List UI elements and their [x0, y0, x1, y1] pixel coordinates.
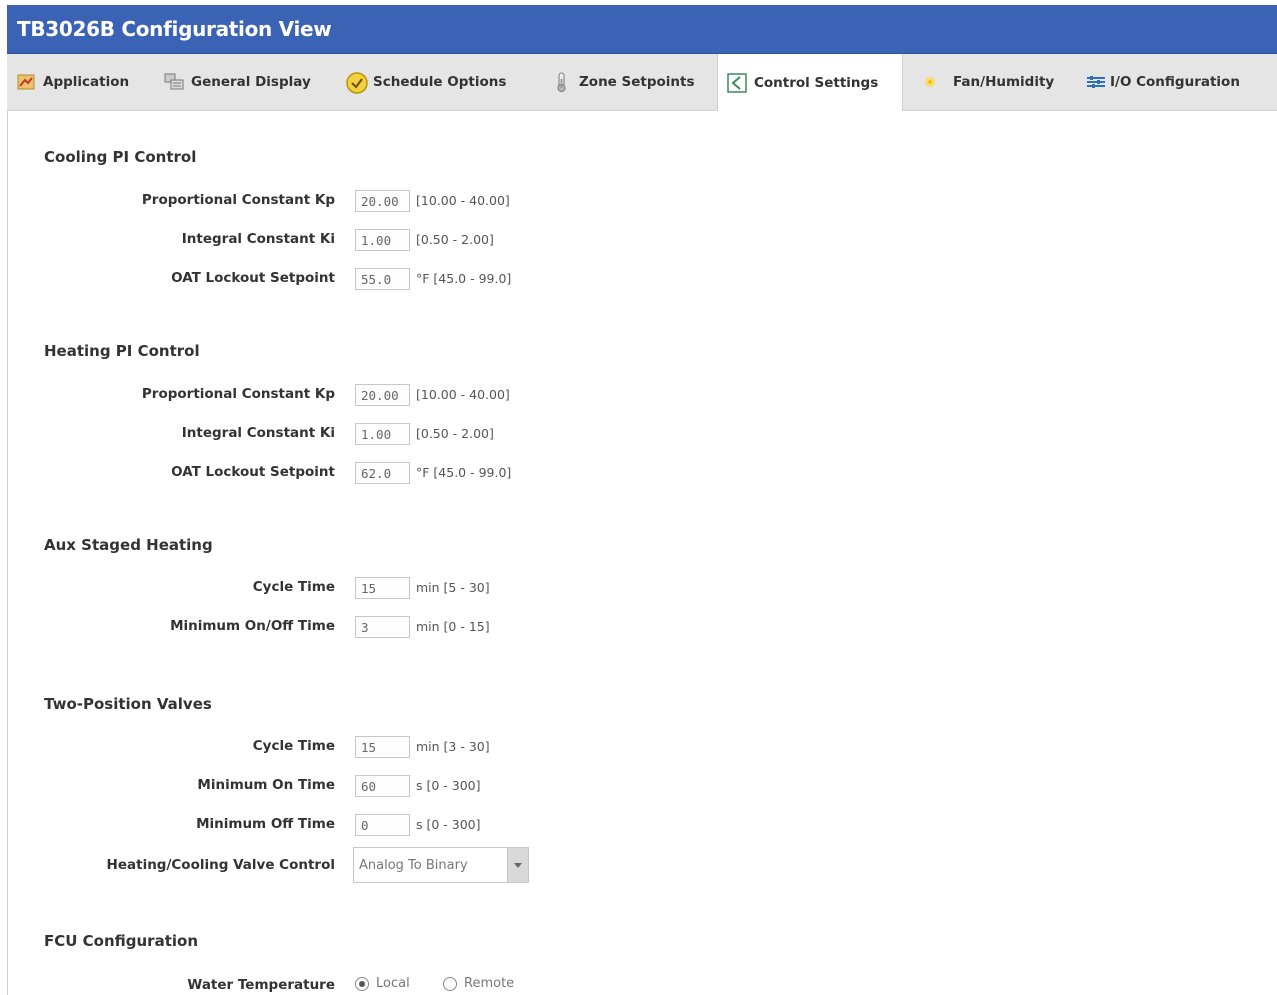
cooling-kp-input[interactable]: 20.00 — [355, 190, 410, 212]
cooling-oat-input[interactable]: 55.0 — [355, 268, 410, 290]
schedule-clock-icon — [345, 71, 368, 94]
aux-cycle-input[interactable]: 15 — [355, 577, 410, 599]
cooling-section-title: Cooling PI Control — [44, 148, 197, 166]
tab-io-configuration[interactable]: I/O Configuration — [1085, 54, 1240, 110]
valve-control-value: Analog To Binary — [359, 858, 468, 873]
aux-cycle-range: min [5 - 30] — [416, 580, 490, 595]
valves-minon-label: Minimum On Time — [197, 777, 335, 793]
cooling-ki-range: [0.50 - 2.00] — [416, 232, 494, 247]
heating-kp-range: [10.00 - 40.00] — [416, 387, 510, 402]
water-temp-local-radio[interactable]: Local — [355, 976, 410, 991]
io-configuration-icon — [1085, 71, 1107, 93]
valves-minoff-input[interactable]: 0 — [355, 814, 410, 836]
heating-section-title: Heating PI Control — [44, 342, 200, 360]
heating-ki-input[interactable]: 1.00 — [355, 423, 410, 445]
cooling-oat-label: OAT Lockout Setpoint — [171, 270, 335, 286]
cooling-ki-input[interactable]: 1.00 — [355, 229, 410, 251]
tab-fan-humidity[interactable]: Fan/Humidity — [919, 54, 1054, 110]
general-display-icon — [163, 71, 185, 93]
fcu-section-title: FCU Configuration — [44, 932, 198, 950]
tab-general-display[interactable]: General Display — [163, 54, 311, 110]
aux-minonoff-range: min [0 - 15] — [416, 619, 490, 634]
heating-kp-input[interactable]: 20.00 — [355, 384, 410, 406]
cooling-kp-range: [10.00 - 40.00] — [416, 193, 510, 208]
valve-control-label: Heating/Cooling Valve Control — [106, 857, 335, 873]
water-temp-remote-radio[interactable]: Remote — [443, 976, 514, 991]
aux-minonoff-input[interactable]: 3 — [355, 616, 410, 638]
heating-ki-range: [0.50 - 2.00] — [416, 426, 494, 441]
valve-control-select[interactable]: Analog To Binary — [353, 847, 529, 883]
valves-section-title: Two-Position Valves — [44, 695, 212, 713]
aux-cycle-label: Cycle Time — [252, 579, 335, 595]
tab-label: Application — [43, 74, 130, 90]
cooling-kp-label: Proportional Constant Kp — [141, 192, 335, 208]
tab-label: Fan/Humidity — [953, 74, 1055, 90]
valves-minoff-range: s [0 - 300] — [416, 817, 481, 832]
valves-minon-input[interactable]: 60 — [355, 775, 410, 797]
radio-label: Local — [376, 976, 410, 991]
heating-oat-input[interactable]: 62.0 — [355, 462, 410, 484]
valves-minon-range: s [0 - 300] — [416, 778, 481, 793]
title-bar: TB3026B Configuration View — [7, 5, 1277, 54]
valves-cycle-range: min [3 - 30] — [416, 739, 490, 754]
chevron-down-icon[interactable] — [507, 848, 528, 882]
aux-minonoff-label: Minimum On/Off Time — [170, 618, 335, 634]
heating-oat-range: °F [45.0 - 99.0] — [416, 465, 512, 480]
radio-selected-icon — [355, 976, 369, 991]
tab-label: General Display — [191, 74, 311, 90]
valves-cycle-input[interactable]: 15 — [355, 736, 410, 758]
tab-label: I/O Configuration — [1110, 74, 1240, 90]
valves-cycle-label: Cycle Time — [252, 738, 335, 754]
config-window — [7, 5, 1277, 995]
tab-label: Zone Setpoints — [579, 74, 695, 90]
tab-control-settings[interactable]: Control Settings — [717, 54, 903, 111]
aux-section-title: Aux Staged Heating — [44, 536, 213, 554]
fan-icon — [919, 71, 941, 93]
tab-application[interactable]: Application — [15, 54, 129, 110]
tab-label: Control Settings — [754, 74, 879, 91]
tab-label: Schedule Options — [373, 74, 507, 90]
radio-label: Remote — [464, 976, 515, 991]
radio-unselected-icon — [443, 976, 457, 991]
window-title: TB3026B Configuration View — [17, 17, 332, 41]
tab-bar: Application General Display Schedule Opt… — [7, 54, 1277, 111]
application-icon — [15, 71, 37, 93]
cooling-oat-range: °F [45.0 - 99.0] — [416, 271, 512, 286]
heating-kp-label: Proportional Constant Kp — [141, 386, 335, 402]
valves-minoff-label: Minimum Off Time — [196, 816, 335, 832]
heating-oat-label: OAT Lockout Setpoint — [171, 464, 335, 480]
water-temperature-label: Water Temperature — [187, 977, 335, 993]
control-settings-icon — [726, 72, 748, 94]
heating-ki-label: Integral Constant Ki — [181, 425, 335, 441]
tab-schedule-options[interactable]: Schedule Options — [345, 54, 506, 110]
tab-zone-setpoints[interactable]: Zone Setpoints — [551, 54, 695, 110]
thermometer-icon — [551, 71, 573, 93]
cooling-ki-label: Integral Constant Ki — [181, 231, 335, 247]
